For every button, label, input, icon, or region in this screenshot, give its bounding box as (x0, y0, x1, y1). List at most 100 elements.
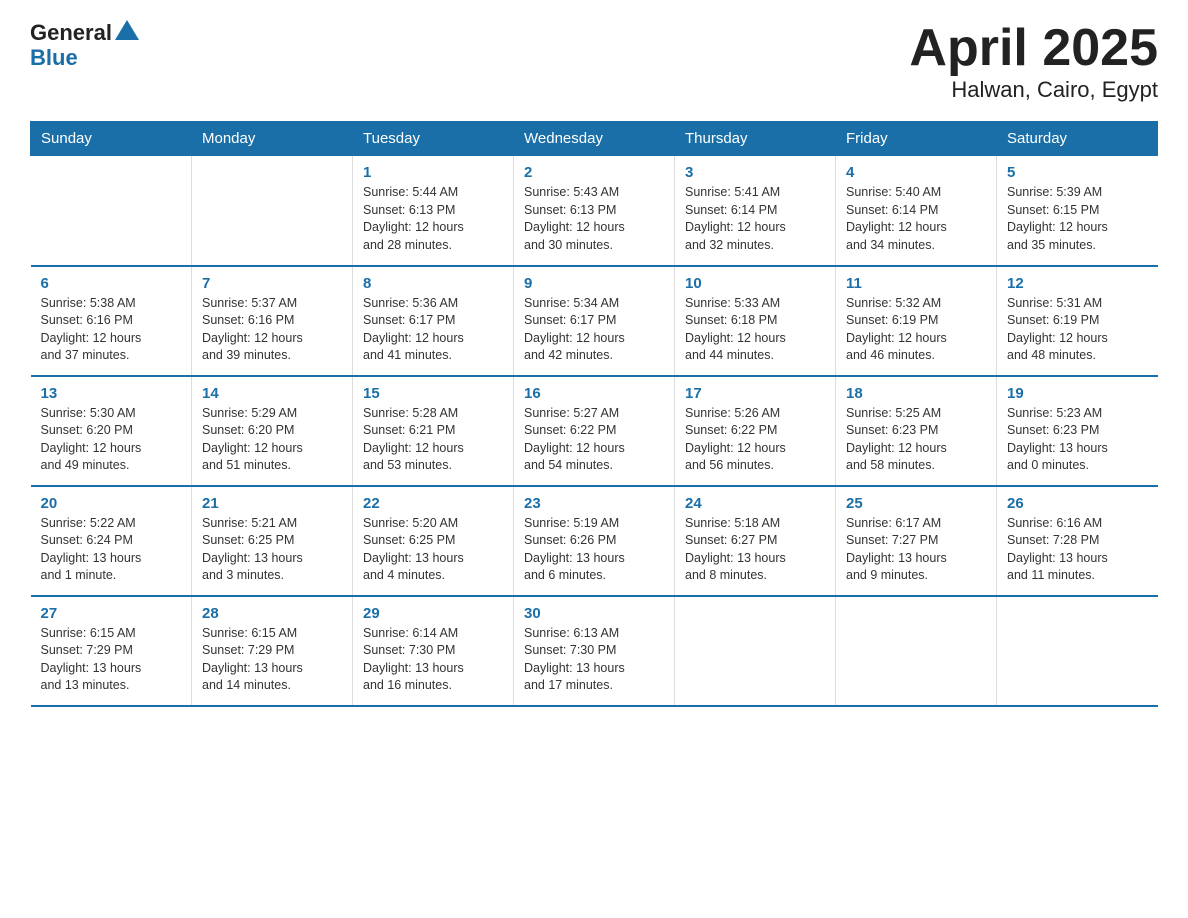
calendar-cell: 11 Sunrise: 5:32 AM Sunset: 6:19 PM Dayli… (836, 266, 997, 376)
day-number: 24 (685, 495, 825, 512)
weekday-header-wednesday: Wednesday (514, 122, 675, 156)
day-number: 4 (846, 164, 986, 181)
calendar-cell: 23 Sunrise: 5:19 AM Sunset: 6:26 PM Dayli… (514, 486, 675, 596)
calendar-cell: 29Sunrise: 6:14 AM Sunset: 7:30 PM Dayli… (353, 596, 514, 706)
calendar-cell (836, 596, 997, 706)
calendar-cell: 8Sunrise: 5:36 AM Sunset: 6:17 PM Daylig… (353, 266, 514, 376)
day-info: Sunrise: 5:26 AM Sunset: 6:22 PM Dayligh… (685, 405, 825, 475)
day-info: Sunrise: 5:44 AM Sunset: 6:13 PM Dayligh… (363, 184, 503, 254)
weekday-header-thursday: Thursday (675, 122, 836, 156)
calendar-week-row: 13 Sunrise: 5:30 AM Sunset: 6:20 PM Dayli… (31, 376, 1158, 486)
day-number: 29 (363, 605, 503, 622)
calendar-week-row: 6 Sunrise: 5:38 AM Sunset: 6:16 PM Daylig… (31, 266, 1158, 376)
day-info: Sunrise: 5:20 AM Sunset: 6:25 PM Dayligh… (363, 515, 503, 585)
calendar-cell: 10Sunrise: 5:33 AM Sunset: 6:18 PM Dayli… (675, 266, 836, 376)
day-info: Sunrise: 5:31 AM Sunset: 6:19 PM Dayligh… (1007, 295, 1148, 365)
day-number: 28 (202, 605, 342, 622)
day-info: Sunrise: 5:39 AM Sunset: 6:15 PM Dayligh… (1007, 184, 1148, 254)
calendar-cell: 7 Sunrise: 5:37 AM Sunset: 6:16 PM Daylig… (192, 266, 353, 376)
calendar-table: SundayMondayTuesdayWednesdayThursdayFrid… (30, 121, 1158, 707)
weekday-header-sunday: Sunday (31, 122, 192, 156)
day-number: 22 (363, 495, 503, 512)
day-number: 11 (846, 275, 986, 292)
day-number: 6 (41, 275, 182, 292)
calendar-cell: 4 Sunrise: 5:40 AM Sunset: 6:14 PM Daylig… (836, 156, 997, 266)
calendar-cell: 18 Sunrise: 5:25 AM Sunset: 6:23 PM Dayli… (836, 376, 997, 486)
calendar-cell: 1 Sunrise: 5:44 AM Sunset: 6:13 PM Daylig… (353, 156, 514, 266)
day-number: 26 (1007, 495, 1148, 512)
day-info: Sunrise: 6:15 AM Sunset: 7:29 PM Dayligh… (41, 625, 182, 695)
calendar-cell: 9Sunrise: 5:34 AM Sunset: 6:17 PM Daylig… (514, 266, 675, 376)
calendar-cell: 14Sunrise: 5:29 AM Sunset: 6:20 PM Dayli… (192, 376, 353, 486)
calendar-cell: 22 Sunrise: 5:20 AM Sunset: 6:25 PM Dayli… (353, 486, 514, 596)
calendar-title: April 2025 (909, 20, 1158, 77)
day-info: Sunrise: 5:41 AM Sunset: 6:14 PM Dayligh… (685, 184, 825, 254)
calendar-cell: 5Sunrise: 5:39 AM Sunset: 6:15 PM Daylig… (997, 156, 1158, 266)
day-number: 7 (202, 275, 342, 292)
day-info: Sunrise: 5:34 AM Sunset: 6:17 PM Dayligh… (524, 295, 664, 365)
day-number: 23 (524, 495, 664, 512)
day-number: 16 (524, 385, 664, 402)
day-number: 3 (685, 164, 825, 181)
calendar-cell: 3 Sunrise: 5:41 AM Sunset: 6:14 PM Daylig… (675, 156, 836, 266)
page-header: General Blue April 2025 Halwan, Cairo, E… (30, 20, 1158, 103)
day-info: Sunrise: 5:27 AM Sunset: 6:22 PM Dayligh… (524, 405, 664, 475)
day-number: 27 (41, 605, 182, 622)
logo-text-blue: Blue (30, 46, 141, 70)
day-info: Sunrise: 5:32 AM Sunset: 6:19 PM Dayligh… (846, 295, 986, 365)
day-info: Sunrise: 6:13 AM Sunset: 7:30 PM Dayligh… (524, 625, 664, 695)
day-info: Sunrise: 5:25 AM Sunset: 6:23 PM Dayligh… (846, 405, 986, 475)
calendar-cell: 15Sunrise: 5:28 AM Sunset: 6:21 PM Dayli… (353, 376, 514, 486)
day-number: 19 (1007, 385, 1148, 402)
day-info: Sunrise: 5:33 AM Sunset: 6:18 PM Dayligh… (685, 295, 825, 365)
weekday-header-row: SundayMondayTuesdayWednesdayThursdayFrid… (31, 122, 1158, 156)
day-info: Sunrise: 5:38 AM Sunset: 6:16 PM Dayligh… (41, 295, 182, 365)
day-number: 1 (363, 164, 503, 181)
calendar-cell: 25Sunrise: 6:17 AM Sunset: 7:27 PM Dayli… (836, 486, 997, 596)
calendar-cell: 17 Sunrise: 5:26 AM Sunset: 6:22 PM Dayli… (675, 376, 836, 486)
calendar-week-row: 20Sunrise: 5:22 AM Sunset: 6:24 PM Dayli… (31, 486, 1158, 596)
calendar-cell (192, 156, 353, 266)
weekday-header-friday: Friday (836, 122, 997, 156)
calendar-cell (675, 596, 836, 706)
day-info: Sunrise: 6:16 AM Sunset: 7:28 PM Dayligh… (1007, 515, 1148, 585)
day-info: Sunrise: 5:40 AM Sunset: 6:14 PM Dayligh… (846, 184, 986, 254)
day-info: Sunrise: 6:15 AM Sunset: 7:29 PM Dayligh… (202, 625, 342, 695)
day-info: Sunrise: 5:36 AM Sunset: 6:17 PM Dayligh… (363, 295, 503, 365)
weekday-header-tuesday: Tuesday (353, 122, 514, 156)
calendar-cell: 20Sunrise: 5:22 AM Sunset: 6:24 PM Dayli… (31, 486, 192, 596)
day-number: 2 (524, 164, 664, 181)
calendar-cell (31, 156, 192, 266)
calendar-cell: 16 Sunrise: 5:27 AM Sunset: 6:22 PM Dayli… (514, 376, 675, 486)
day-number: 30 (524, 605, 664, 622)
weekday-header-saturday: Saturday (997, 122, 1158, 156)
calendar-cell: 27 Sunrise: 6:15 AM Sunset: 7:29 PM Dayli… (31, 596, 192, 706)
day-number: 21 (202, 495, 342, 512)
day-info: Sunrise: 5:30 AM Sunset: 6:20 PM Dayligh… (41, 405, 182, 475)
day-number: 13 (41, 385, 182, 402)
day-info: Sunrise: 5:23 AM Sunset: 6:23 PM Dayligh… (1007, 405, 1148, 475)
calendar-cell: 6 Sunrise: 5:38 AM Sunset: 6:16 PM Daylig… (31, 266, 192, 376)
weekday-header-monday: Monday (192, 122, 353, 156)
logo-triangle-icon (113, 18, 141, 46)
calendar-cell: 12Sunrise: 5:31 AM Sunset: 6:19 PM Dayli… (997, 266, 1158, 376)
day-number: 18 (846, 385, 986, 402)
title-block: April 2025 Halwan, Cairo, Egypt (909, 20, 1158, 103)
day-number: 20 (41, 495, 182, 512)
calendar-cell: 28 Sunrise: 6:15 AM Sunset: 7:29 PM Dayli… (192, 596, 353, 706)
day-info: Sunrise: 5:43 AM Sunset: 6:13 PM Dayligh… (524, 184, 664, 254)
day-info: Sunrise: 5:19 AM Sunset: 6:26 PM Dayligh… (524, 515, 664, 585)
calendar-subtitle: Halwan, Cairo, Egypt (909, 77, 1158, 103)
calendar-cell (997, 596, 1158, 706)
calendar-cell: 30 Sunrise: 6:13 AM Sunset: 7:30 PM Dayli… (514, 596, 675, 706)
day-info: Sunrise: 5:21 AM Sunset: 6:25 PM Dayligh… (202, 515, 342, 585)
logo-text-general: General (30, 21, 112, 45)
calendar-week-row: 27 Sunrise: 6:15 AM Sunset: 7:29 PM Dayli… (31, 596, 1158, 706)
day-info: Sunrise: 5:37 AM Sunset: 6:16 PM Dayligh… (202, 295, 342, 365)
day-info: Sunrise: 5:18 AM Sunset: 6:27 PM Dayligh… (685, 515, 825, 585)
day-number: 17 (685, 385, 825, 402)
logo: General Blue (30, 20, 141, 70)
day-number: 25 (846, 495, 986, 512)
day-number: 14 (202, 385, 342, 402)
calendar-cell: 19 Sunrise: 5:23 AM Sunset: 6:23 PM Dayli… (997, 376, 1158, 486)
